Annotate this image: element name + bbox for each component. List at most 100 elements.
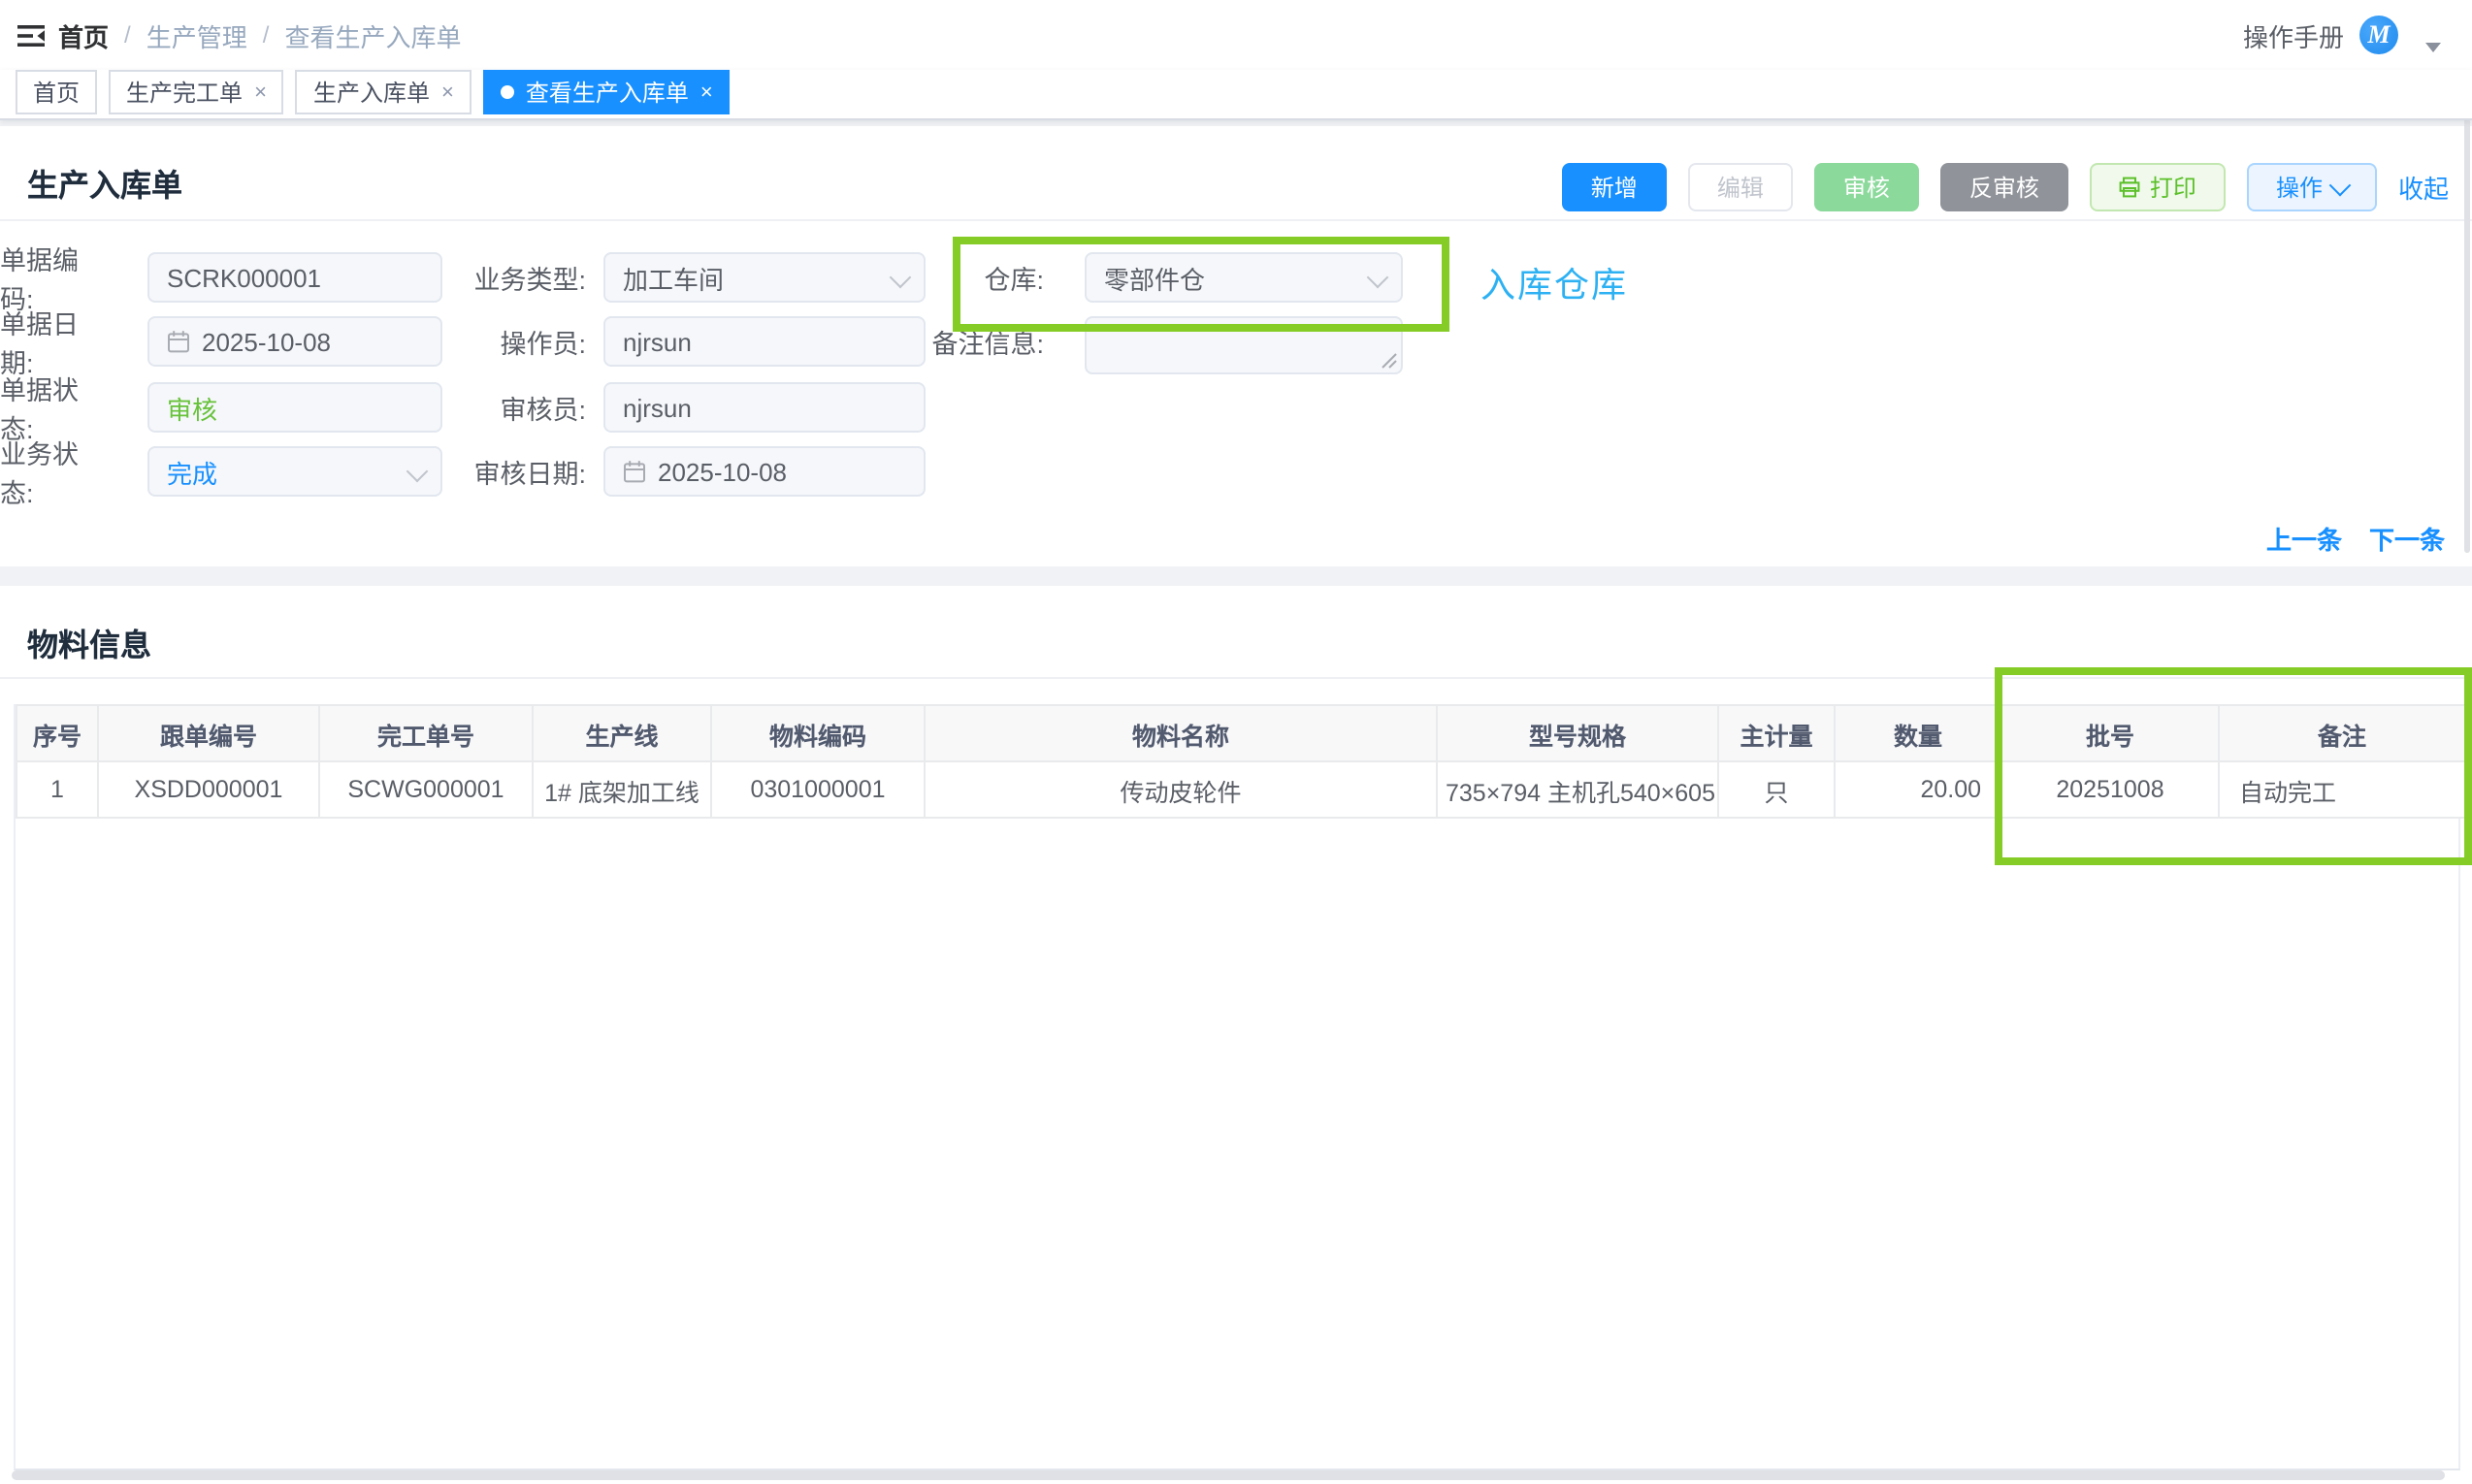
divider xyxy=(0,219,2472,221)
chevron-down-icon xyxy=(1367,267,1389,289)
calendar-icon xyxy=(623,460,646,483)
doc-code-label: 单据编码: xyxy=(0,252,111,303)
add-button[interactable]: 新增 xyxy=(1562,163,1667,211)
tag-tabs-bar: 首页 生产完工单 × 生产入库单 × 查看生产入库单 × xyxy=(0,70,2472,120)
auditor-label: 审核员: xyxy=(446,382,586,433)
cell-mat-name: 传动皮轮件 xyxy=(925,761,1437,818)
operator-field[interactable]: njrsun xyxy=(603,316,926,367)
edit-button[interactable]: 编辑 xyxy=(1688,163,1793,211)
biz-type-value: 加工车间 xyxy=(623,259,724,296)
doc-status-value: 审核 xyxy=(167,389,217,426)
cell-finish-no: SCWG000001 xyxy=(319,761,533,818)
divider xyxy=(0,677,2472,679)
manual-link[interactable]: 操作手册 xyxy=(2243,0,2344,70)
warehouse-select[interactable]: 零部件仓 xyxy=(1085,252,1403,303)
col-track-no: 跟单编号 xyxy=(98,705,319,761)
col-remark: 备注 xyxy=(2219,705,2465,761)
tab-label: 查看生产入库单 xyxy=(526,76,689,109)
print-button[interactable]: 打印 xyxy=(2090,163,2226,211)
doc-status-label: 单据状态: xyxy=(0,382,111,433)
cell-spec: 735×794 主机孔540×605 xyxy=(1437,761,1718,818)
sidebar-collapse-icon[interactable] xyxy=(17,25,45,47)
col-batch: 批号 xyxy=(2001,705,2219,761)
col-finish-no: 完工单号 xyxy=(319,705,533,761)
biz-type-select[interactable]: 加工车间 xyxy=(603,252,926,303)
collapse-link[interactable]: 收起 xyxy=(2398,169,2449,206)
material-table-container: 序号 跟单编号 完工单号 生产线 物料编码 物料名称 型号规格 主计量 数量 批… xyxy=(14,704,2460,1470)
col-unit: 主计量 xyxy=(1718,705,1835,761)
col-seq: 序号 xyxy=(16,705,98,761)
chevron-down-icon[interactable] xyxy=(2425,43,2441,52)
breadcrumb-current: 查看生产入库单 xyxy=(284,16,461,53)
tab-production-inbound[interactable]: 生产入库单 × xyxy=(296,70,472,114)
cell-line: 1# 底架加工线 xyxy=(533,761,711,818)
col-qty: 数量 xyxy=(1835,705,2001,761)
operator-value: njrsun xyxy=(623,327,692,356)
horizontal-scrollbar[interactable] xyxy=(12,1470,2445,1480)
top-navbar: 首页 / 生产管理 / 查看生产入库单 操作手册 M xyxy=(0,0,2472,70)
warehouse-label: 仓库: xyxy=(912,252,1044,303)
table-header-row: 序号 跟单编号 完工单号 生产线 物料编码 物料名称 型号规格 主计量 数量 批… xyxy=(16,705,2465,761)
tab-label: 生产完工单 xyxy=(126,76,243,109)
audit-date-value: 2025-10-08 xyxy=(658,457,787,486)
resize-handle-icon[interactable] xyxy=(1382,353,1397,369)
tab-production-finish[interactable]: 生产完工单 × xyxy=(109,70,284,114)
auditor-value: njrsun xyxy=(623,393,692,422)
col-mat-name: 物料名称 xyxy=(925,705,1437,761)
doc-date-value: 2025-10-08 xyxy=(202,327,331,356)
table-row[interactable]: 1 XSDD000001 SCWG000001 1# 底架加工线 0301000… xyxy=(16,761,2465,818)
doc-code-field[interactable]: SCRK000001 xyxy=(147,252,442,303)
audit-button[interactable]: 审核 xyxy=(1814,163,1919,211)
calendar-icon xyxy=(167,330,190,353)
biz-status-value: 完成 xyxy=(167,453,217,490)
tab-view-production-inbound[interactable]: 查看生产入库单 × xyxy=(483,70,731,114)
tab-home[interactable]: 首页 xyxy=(16,70,97,114)
close-icon[interactable]: × xyxy=(700,81,713,104)
breadcrumb-separator: / xyxy=(263,21,270,48)
document-card: 生产入库单 新增 编辑 审核 反审核 打印 操作 收起 单据编码: 单据日 xyxy=(0,126,2472,566)
close-icon[interactable]: × xyxy=(254,81,267,104)
page-title: 生产入库单 xyxy=(27,159,182,206)
close-icon[interactable]: × xyxy=(441,81,454,104)
chevron-down-icon xyxy=(407,461,429,483)
audit-date-label: 审核日期: xyxy=(446,446,586,497)
operator-label: 操作员: xyxy=(446,316,586,367)
avatar[interactable]: M xyxy=(2359,16,2398,54)
doc-status-field[interactable]: 审核 xyxy=(147,382,442,433)
action-label: 操作 xyxy=(2276,171,2323,204)
biz-type-label: 业务类型: xyxy=(446,252,586,303)
material-table: 序号 跟单编号 完工单号 生产线 物料编码 物料名称 型号规格 主计量 数量 批… xyxy=(16,704,2466,819)
biz-status-select[interactable]: 完成 xyxy=(147,446,442,497)
cell-track-no: XSDD000001 xyxy=(98,761,319,818)
chevron-down-icon xyxy=(2329,174,2352,196)
tab-label: 首页 xyxy=(33,76,80,109)
breadcrumb-home[interactable]: 首页 xyxy=(58,16,109,53)
active-dot-icon xyxy=(501,85,514,99)
auditor-field[interactable]: njrsun xyxy=(603,382,926,433)
cell-unit: 只 xyxy=(1718,761,1835,818)
breadcrumb-production-mgmt[interactable]: 生产管理 xyxy=(146,16,247,53)
remark-textarea[interactable] xyxy=(1085,316,1403,374)
warehouse-value: 零部件仓 xyxy=(1104,259,1205,296)
toolbar: 新增 编辑 审核 反审核 打印 操作 收起 xyxy=(1562,163,2449,211)
warehouse-annotation: 入库仓库 xyxy=(1480,258,1628,308)
action-dropdown-button[interactable]: 操作 xyxy=(2247,163,2377,211)
cell-batch: 20251008 xyxy=(2001,761,2219,818)
print-label: 打印 xyxy=(2150,171,2196,204)
next-record-link[interactable]: 下一条 xyxy=(2369,520,2445,557)
material-section-title: 物料信息 xyxy=(27,619,151,665)
audit-date-field[interactable]: 2025-10-08 xyxy=(603,446,926,497)
record-pager: 上一条 下一条 xyxy=(2266,520,2445,557)
material-card: 物料信息 序号 跟单编号 完工单号 生产线 物料编码 物料名称 xyxy=(0,586,2472,1484)
prev-record-link[interactable]: 上一条 xyxy=(2266,520,2342,557)
col-mat-code: 物料编码 xyxy=(711,705,925,761)
col-spec: 型号规格 xyxy=(1437,705,1718,761)
unaudit-button[interactable]: 反审核 xyxy=(1940,163,2068,211)
doc-date-label: 单据日期: xyxy=(0,316,111,367)
vertical-scrollbar[interactable] xyxy=(2464,116,2470,553)
cell-seq: 1 xyxy=(16,761,98,818)
chevron-down-icon xyxy=(890,267,912,289)
doc-date-field[interactable]: 2025-10-08 xyxy=(147,316,442,367)
cell-qty: 20.00 xyxy=(1835,761,2001,818)
printer-icon xyxy=(2119,177,2140,198)
